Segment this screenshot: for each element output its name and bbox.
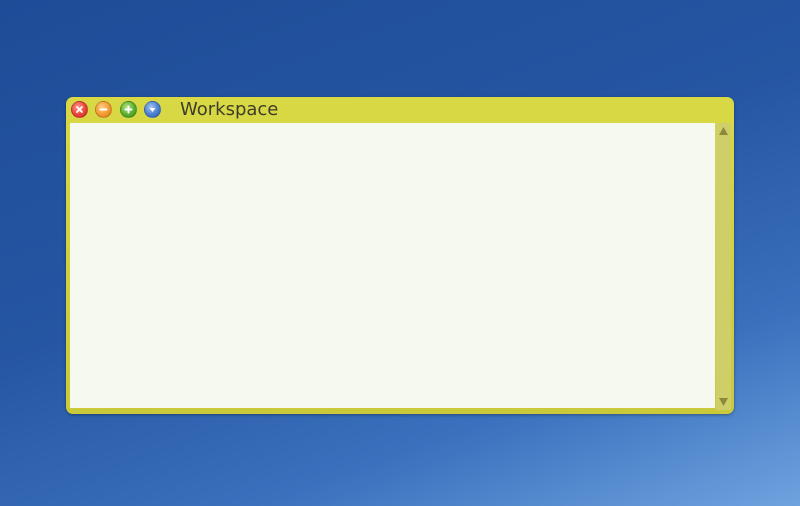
menu-down-icon bbox=[149, 108, 156, 112]
window-title: Workspace bbox=[180, 99, 279, 120]
close-icon bbox=[76, 106, 83, 113]
workspace-window: Workspace bbox=[66, 97, 734, 414]
scroll-down-arrow-icon bbox=[719, 397, 728, 406]
minimize-icon bbox=[99, 108, 108, 111]
window-menu-button[interactable] bbox=[144, 101, 161, 118]
window-titlebar[interactable]: Workspace bbox=[66, 97, 734, 123]
close-button[interactable] bbox=[71, 101, 88, 118]
minimize-button[interactable] bbox=[95, 101, 112, 118]
scroll-up-arrow-icon bbox=[719, 126, 728, 135]
maximize-button[interactable] bbox=[120, 101, 137, 118]
scroll-down-button[interactable] bbox=[717, 395, 730, 408]
desktop-background: Workspace bbox=[0, 0, 800, 506]
scroll-up-button[interactable] bbox=[717, 124, 730, 137]
workspace-text-area[interactable] bbox=[70, 123, 715, 408]
vertical-scrollbar[interactable] bbox=[716, 123, 731, 410]
maximize-icon bbox=[124, 105, 133, 114]
